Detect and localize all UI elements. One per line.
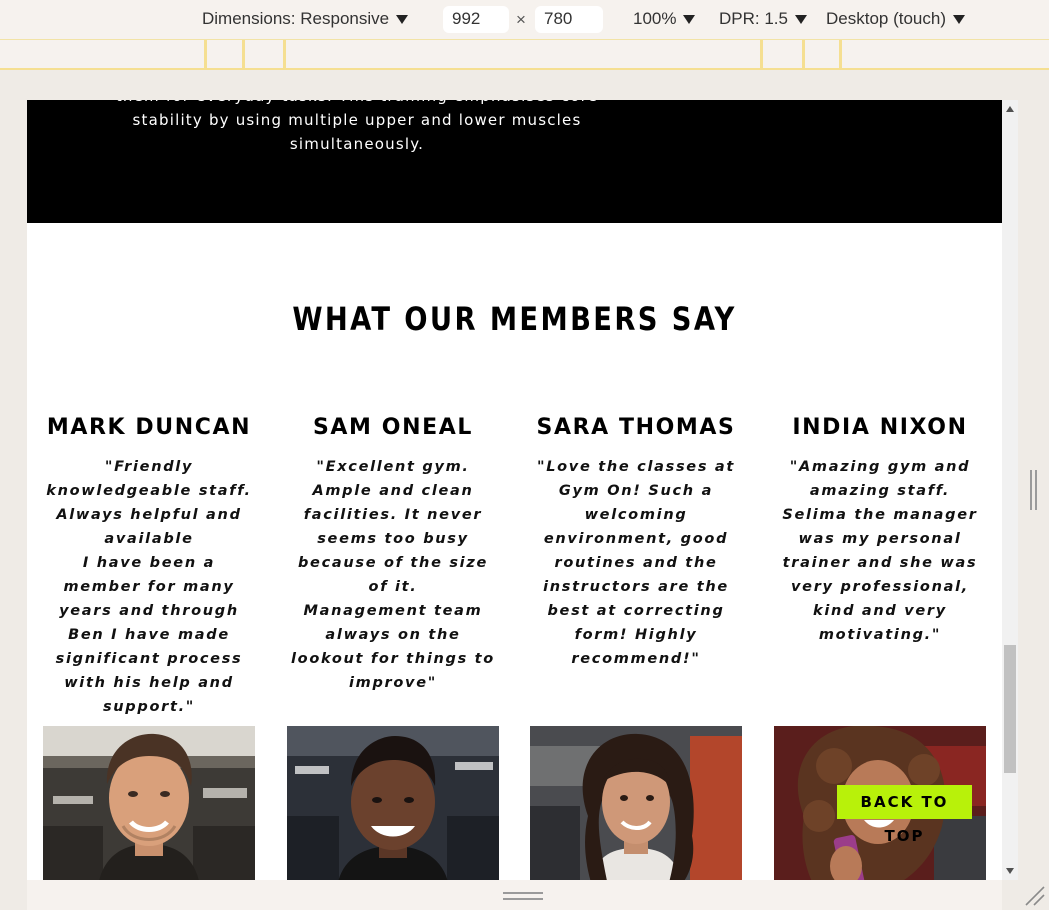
handle-line [503, 892, 543, 894]
height-input[interactable]: 780 [535, 6, 603, 33]
member-quote: "Amazing gym and amazing staff. Selima t… [782, 459, 978, 643]
times-separator: × [516, 10, 526, 29]
zoom-dropdown[interactable]: 100% [633, 9, 696, 29]
member-quote: "Excellent gym. Ample and clean faciliti… [291, 459, 495, 691]
chevron-down-icon [396, 14, 409, 24]
dpr-dropdown[interactable]: DPR: 1.5 [719, 9, 807, 29]
handle-line [1030, 470, 1032, 510]
device-toolbar: Dimensions: Responsive 992 × 780 100% DP… [0, 0, 1049, 40]
corner-resize-grip-icon[interactable] [1024, 885, 1046, 907]
member-photo [287, 726, 499, 880]
hero-section: them for everyday tasks. This training e… [27, 100, 1002, 223]
dimensions-label: Dimensions: Responsive [202, 9, 390, 28]
member-quote: "Friendly knowledgeable staff. Always he… [46, 459, 252, 715]
member-name: SAM ONEAL [312, 415, 473, 440]
device-type-label: Desktop (touch) [826, 9, 946, 28]
ruler-tick [242, 40, 245, 68]
handle-line [503, 898, 543, 900]
member-photo [43, 726, 255, 880]
ruler-tick [283, 40, 286, 68]
member-name: INDIA NIXON [792, 415, 968, 440]
chevron-down-icon [683, 14, 696, 24]
ruler-tick [760, 40, 763, 68]
back-to-top-button[interactable]: BACK TO TOP [837, 785, 972, 845]
device-type-dropdown[interactable]: Desktop (touch) [826, 9, 965, 29]
scrollbar-thumb[interactable] [1004, 645, 1016, 773]
width-resize-handle[interactable] [1030, 470, 1038, 510]
dimensions-dropdown[interactable]: Dimensions: Responsive [202, 9, 409, 29]
width-input[interactable]: 992 [443, 6, 509, 33]
ruler-tick [802, 40, 805, 68]
scroll-down-arrow-icon[interactable] [1006, 868, 1014, 874]
member-quote: "Love the classes at Gym On! Such a welc… [536, 459, 736, 667]
ruler-tick [839, 40, 842, 68]
testimonial-card: INDIA NIXON "Amazing gym and amazing sta… [774, 412, 986, 647]
ruler-tick [204, 40, 207, 68]
testimonial-card: SARA THOMAS "Love the classes at Gym On!… [530, 412, 742, 671]
zoom-label: 100% [633, 9, 677, 28]
media-query-ruler[interactable] [0, 40, 1049, 70]
height-resize-handle[interactable] [503, 890, 543, 904]
page-viewport: them for everyday tasks. This training e… [27, 100, 1002, 880]
hero-text: them for everyday tasks. This training e… [116, 100, 597, 153]
vertical-scrollbar[interactable] [1002, 100, 1018, 880]
testimonials-title: WHAT OUR MEMBERS SAY [292, 300, 737, 338]
chevron-down-icon [794, 14, 807, 24]
member-name: SARA THOMAS [536, 415, 736, 440]
handle-line [1035, 470, 1037, 510]
member-name: MARK DUNCAN [46, 415, 252, 440]
testimonial-card: MARK DUNCAN "Friendly knowledgeable staf… [43, 412, 255, 719]
scroll-up-arrow-icon[interactable] [1006, 106, 1014, 112]
dpr-label: DPR: 1.5 [719, 9, 788, 28]
member-photo [530, 726, 742, 880]
chevron-down-icon [953, 14, 965, 24]
testimonial-card: SAM ONEAL "Excellent gym. Ample and clea… [287, 412, 499, 695]
